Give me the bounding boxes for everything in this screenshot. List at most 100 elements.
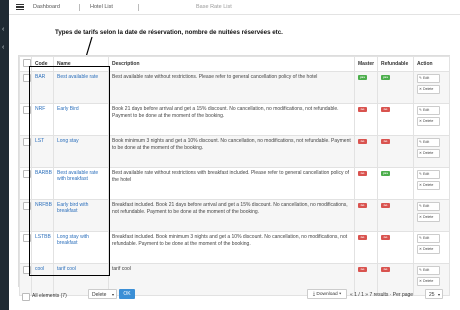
column-header-master[interactable]: Master	[354, 56, 378, 72]
row-checkbox[interactable]	[23, 170, 31, 178]
breadcrumb-separator	[79, 4, 80, 11]
edit-label: Edit	[423, 172, 430, 176]
row-checkbox[interactable]	[23, 106, 31, 114]
annotation-text: Types de tarifs selon la date de réserva…	[55, 29, 283, 36]
delete-label: Delete	[423, 87, 434, 91]
master-cell: no	[354, 103, 378, 136]
master-cell: no	[354, 231, 378, 264]
delete-button[interactable]: ✕Delete	[417, 85, 440, 94]
rate-name[interactable]: Best available rate	[53, 71, 109, 104]
table-row: BARBB Best available rate with breakfast B…	[19, 167, 450, 200]
refundable-status-badge: no	[381, 203, 390, 208]
edit-label: Edit	[423, 204, 430, 208]
action-cell: ✎Edit ✕Delete	[413, 103, 450, 136]
breadcrumb-dashboard[interactable]: Dashboard	[33, 4, 60, 10]
row-select-cell	[19, 103, 32, 136]
column-header-description[interactable]: Description	[108, 56, 355, 72]
rate-name[interactable]: Long stay with breakfast	[53, 231, 109, 264]
breadcrumb-hotel-list[interactable]: Hotel List	[90, 4, 113, 10]
breadcrumb-separator	[138, 4, 139, 11]
refundable-status-badge: yes	[381, 171, 390, 176]
edit-label: Edit	[423, 108, 430, 112]
all-elements-label: All elements (7)	[32, 293, 67, 299]
master-status-badge: no	[358, 267, 367, 272]
row-checkbox[interactable]	[23, 202, 31, 210]
master-status-badge: no	[358, 139, 367, 144]
delete-button[interactable]: ✕Delete	[417, 245, 440, 254]
row-checkbox[interactable]	[23, 234, 31, 242]
edit-button[interactable]: ✎Edit	[417, 74, 440, 83]
table-row: LST Long stay Book minimum 3 nights and ge…	[19, 135, 450, 168]
master-status-badge: no	[358, 171, 367, 176]
select-all-header[interactable]	[19, 56, 32, 72]
per-page-select[interactable]: 25 ▾	[425, 289, 443, 299]
delete-label: Delete	[423, 183, 434, 187]
column-header-code[interactable]: Code	[31, 56, 54, 72]
select-all-footer-checkbox[interactable]	[22, 293, 30, 301]
edit-button[interactable]: ✎Edit	[417, 170, 440, 179]
master-cell: no	[354, 167, 378, 200]
master-status-badge: no	[358, 107, 367, 112]
delete-button[interactable]: ✕Delete	[417, 181, 440, 190]
download-icon: ⤓	[312, 292, 316, 297]
rate-code[interactable]: LSTBB	[31, 231, 54, 264]
row-select-cell	[19, 135, 32, 168]
ok-button[interactable]: OK	[119, 289, 135, 299]
edit-button[interactable]: ✎Edit	[417, 266, 440, 275]
row-checkbox[interactable]	[23, 266, 31, 274]
rate-name[interactable]: Early bird with breakfast	[53, 199, 109, 232]
rate-description: Best available rate without restrictions…	[108, 71, 355, 104]
chevron-left-icon[interactable]: ‹	[2, 26, 4, 33]
edit-label: Edit	[423, 236, 430, 240]
delete-button[interactable]: ✕Delete	[417, 213, 440, 222]
master-status-badge: yes	[358, 75, 367, 80]
rate-code[interactable]: LST	[31, 135, 54, 168]
edit-button[interactable]: ✎Edit	[417, 202, 440, 211]
bulk-action-select[interactable]: Delete ▾	[88, 289, 117, 299]
refundable-status-badge: yes	[381, 75, 390, 80]
delete-label: Delete	[423, 247, 434, 251]
rate-code[interactable]: NRF	[31, 103, 54, 136]
column-header-name[interactable]: Name	[53, 56, 109, 72]
bulk-action-value: Delete	[92, 292, 107, 298]
refundable-cell: yes	[377, 71, 414, 104]
edit-button[interactable]: ✎Edit	[417, 138, 440, 147]
select-all-checkbox[interactable]	[23, 59, 31, 67]
delete-label: Delete	[423, 215, 434, 219]
table-footer: All elements (7) Delete ▾ OK ⤓ Download …	[18, 286, 448, 306]
table-row: BAR Best available rate Best available rat…	[19, 71, 450, 104]
rate-description: Book minimum 3 nights and get a 10% disc…	[108, 135, 355, 168]
sidebar: ‹ ‹	[0, 0, 9, 310]
rate-table: Code Name Description Master Refundable …	[19, 56, 450, 296]
rate-description: Book 21 days before arrival and get a 15…	[108, 103, 355, 136]
refundable-status-badge: no	[381, 267, 390, 272]
pagination-info[interactable]: « 1 / 1 » 7 results · Per page	[350, 292, 413, 298]
top-bar: Dashboard Hotel List Base Rate List	[9, 0, 460, 15]
action-cell: ✎Edit ✕Delete	[413, 135, 450, 168]
hamburger-menu-icon[interactable]	[16, 4, 24, 10]
rate-name[interactable]: Best available rate with breakfast	[53, 167, 109, 200]
chevron-left-icon[interactable]: ‹	[2, 44, 4, 51]
delete-button[interactable]: ✕Delete	[417, 277, 440, 286]
download-label: Download	[316, 292, 338, 297]
rate-name[interactable]: Long stay	[53, 135, 109, 168]
rate-code[interactable]: NRFBB	[31, 199, 54, 232]
rate-code[interactable]: BARBB	[31, 167, 54, 200]
chevron-down-icon: ▾	[339, 292, 342, 297]
row-checkbox[interactable]	[23, 138, 31, 146]
delete-button[interactable]: ✕Delete	[417, 117, 440, 126]
edit-button[interactable]: ✎Edit	[417, 106, 440, 115]
edit-button[interactable]: ✎Edit	[417, 234, 440, 243]
delete-button[interactable]: ✕Delete	[417, 149, 440, 158]
column-header-refundable[interactable]: Refundable	[377, 56, 414, 72]
refundable-cell: no	[377, 135, 414, 168]
rate-code[interactable]: BAR	[31, 71, 54, 104]
rate-table-panel: Code Name Description Master Refundable …	[18, 55, 450, 296]
rate-name[interactable]: Early Bird	[53, 103, 109, 136]
chevron-down-icon: ▾	[111, 292, 114, 297]
row-checkbox[interactable]	[23, 74, 31, 82]
table-row: NRF Early Bird Book 21 days before arrival…	[19, 103, 450, 136]
download-button[interactable]: ⤓ Download ▾	[307, 289, 347, 299]
edit-label: Edit	[423, 76, 430, 80]
row-select-cell	[19, 231, 32, 264]
